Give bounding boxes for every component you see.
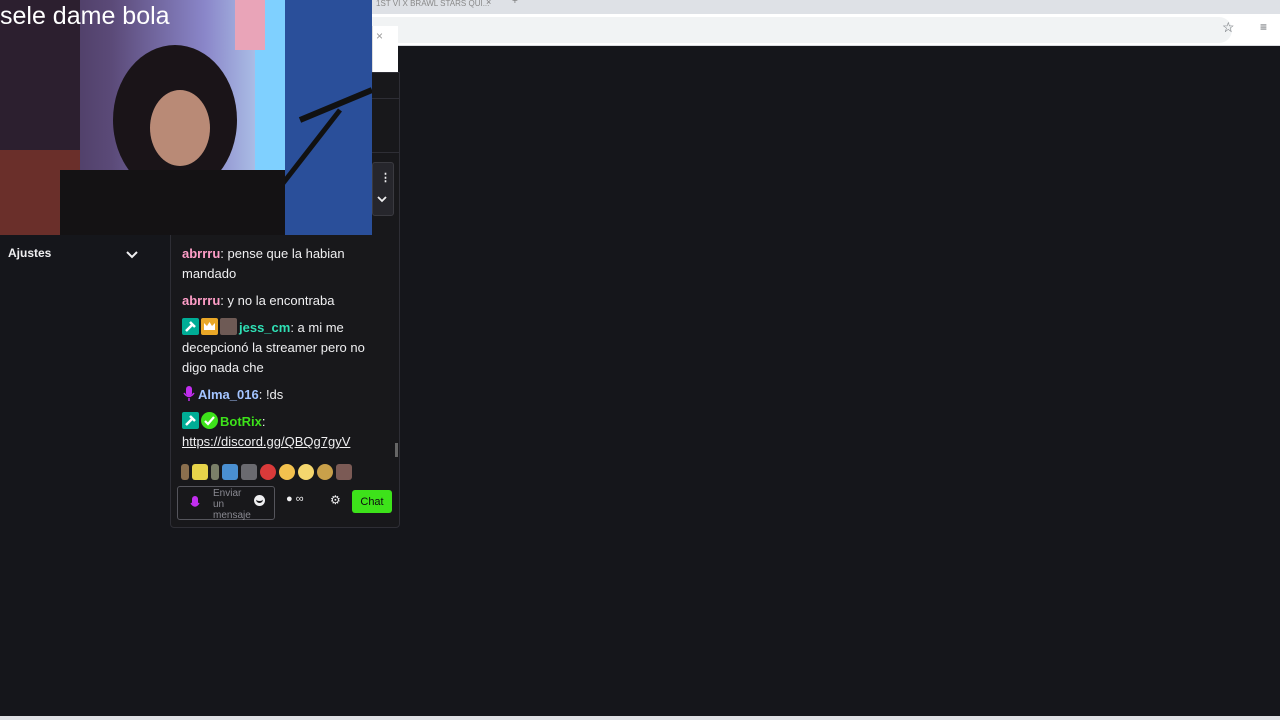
browser-tab[interactable]: 1ST VI X BRAWL STARS QUI... [372, 0, 489, 14]
chevron-down-icon[interactable] [126, 247, 138, 265]
settings-label[interactable]: Ajustes [8, 246, 51, 260]
emote-icon[interactable] [192, 464, 208, 480]
webcam-image [0, 0, 372, 235]
emote-icon[interactable] [336, 464, 352, 480]
chat-text: : y no la encontraba [220, 293, 335, 308]
microphone-badge-icon[interactable] [182, 385, 196, 402]
more-options-icon[interactable]: ⋮ [380, 171, 391, 184]
emote-bar [181, 463, 352, 481]
moderator-badge-icon[interactable] [182, 318, 199, 335]
new-tab-icon[interactable]: + [512, 0, 518, 7]
chat-options-box[interactable]: ⋮ [372, 162, 394, 216]
chat-message: abrrru: pense que la habian mandado [182, 244, 387, 284]
chat-message: jess_cm: a mi me decepcionó la streamer … [182, 318, 387, 378]
emoji-icon[interactable] [254, 495, 265, 506]
points-label: ∞ [295, 493, 304, 505]
reading-list-icon[interactable]: ≡ [1260, 20, 1267, 34]
emote-icon[interactable] [241, 464, 257, 480]
bookmark-star-icon[interactable]: ☆ [1222, 19, 1235, 36]
browser-tab-bar: 1ST VI X BRAWL STARS QUI... × + [372, 0, 1280, 14]
tab-close-icon[interactable]: × [486, 0, 491, 7]
emote-icon[interactable] [222, 464, 238, 480]
channel-points-button[interactable]: ● ∞ [286, 493, 304, 505]
chat-username[interactable]: Alma_016 [198, 387, 259, 402]
verified-badge-icon[interactable] [201, 412, 218, 429]
subscriber-badge-icon[interactable] [220, 318, 237, 335]
chat-username[interactable]: jess_cm [239, 320, 290, 335]
webcam-overlay: sele dame bola [0, 0, 372, 235]
send-chat-button[interactable]: Chat [352, 490, 392, 513]
browser-toolbar [372, 14, 1280, 46]
popup-close-icon[interactable]: × [376, 29, 383, 43]
moderator-badge-icon[interactable] [182, 412, 199, 429]
overlay-title: sele dame bola [0, 2, 170, 30]
chat-input[interactable]: Enviar un mensaje [177, 486, 275, 521]
chat-input-placeholder: Enviar un mensaje [213, 488, 251, 521]
chat-message: BotRix: https://discord.gg/QBQg7gyV [182, 412, 387, 452]
microphone-icon[interactable] [190, 495, 200, 516]
chat-username[interactable]: abrrru [182, 246, 220, 261]
chevron-down-icon[interactable] [377, 190, 387, 208]
points-icon: ● [286, 493, 293, 505]
emote-icon[interactable] [298, 464, 314, 480]
gear-icon[interactable]: ⚙ [330, 493, 341, 507]
address-bar[interactable] [372, 17, 1232, 43]
chat-text: : !ds [258, 387, 284, 402]
crown-badge-icon[interactable] [201, 318, 218, 335]
chat-username[interactable]: abrrru [182, 293, 220, 308]
emote-icon[interactable] [317, 464, 333, 480]
chat-message: Alma_016: !ds [182, 385, 387, 405]
chat-link[interactable]: https://discord.gg/QBQg7gyV [182, 434, 350, 449]
emote-icon[interactable] [211, 464, 219, 480]
emote-icon[interactable] [260, 464, 276, 480]
emote-icon[interactable] [181, 464, 189, 480]
chat-username[interactable]: BotRix [220, 414, 262, 429]
taskbar-edge [0, 716, 1280, 720]
chat-message: abrrru: y no la encontraba [182, 291, 387, 311]
chat-scrollbar[interactable] [395, 443, 398, 457]
chat-text: : [261, 414, 266, 429]
emote-icon[interactable] [279, 464, 295, 480]
